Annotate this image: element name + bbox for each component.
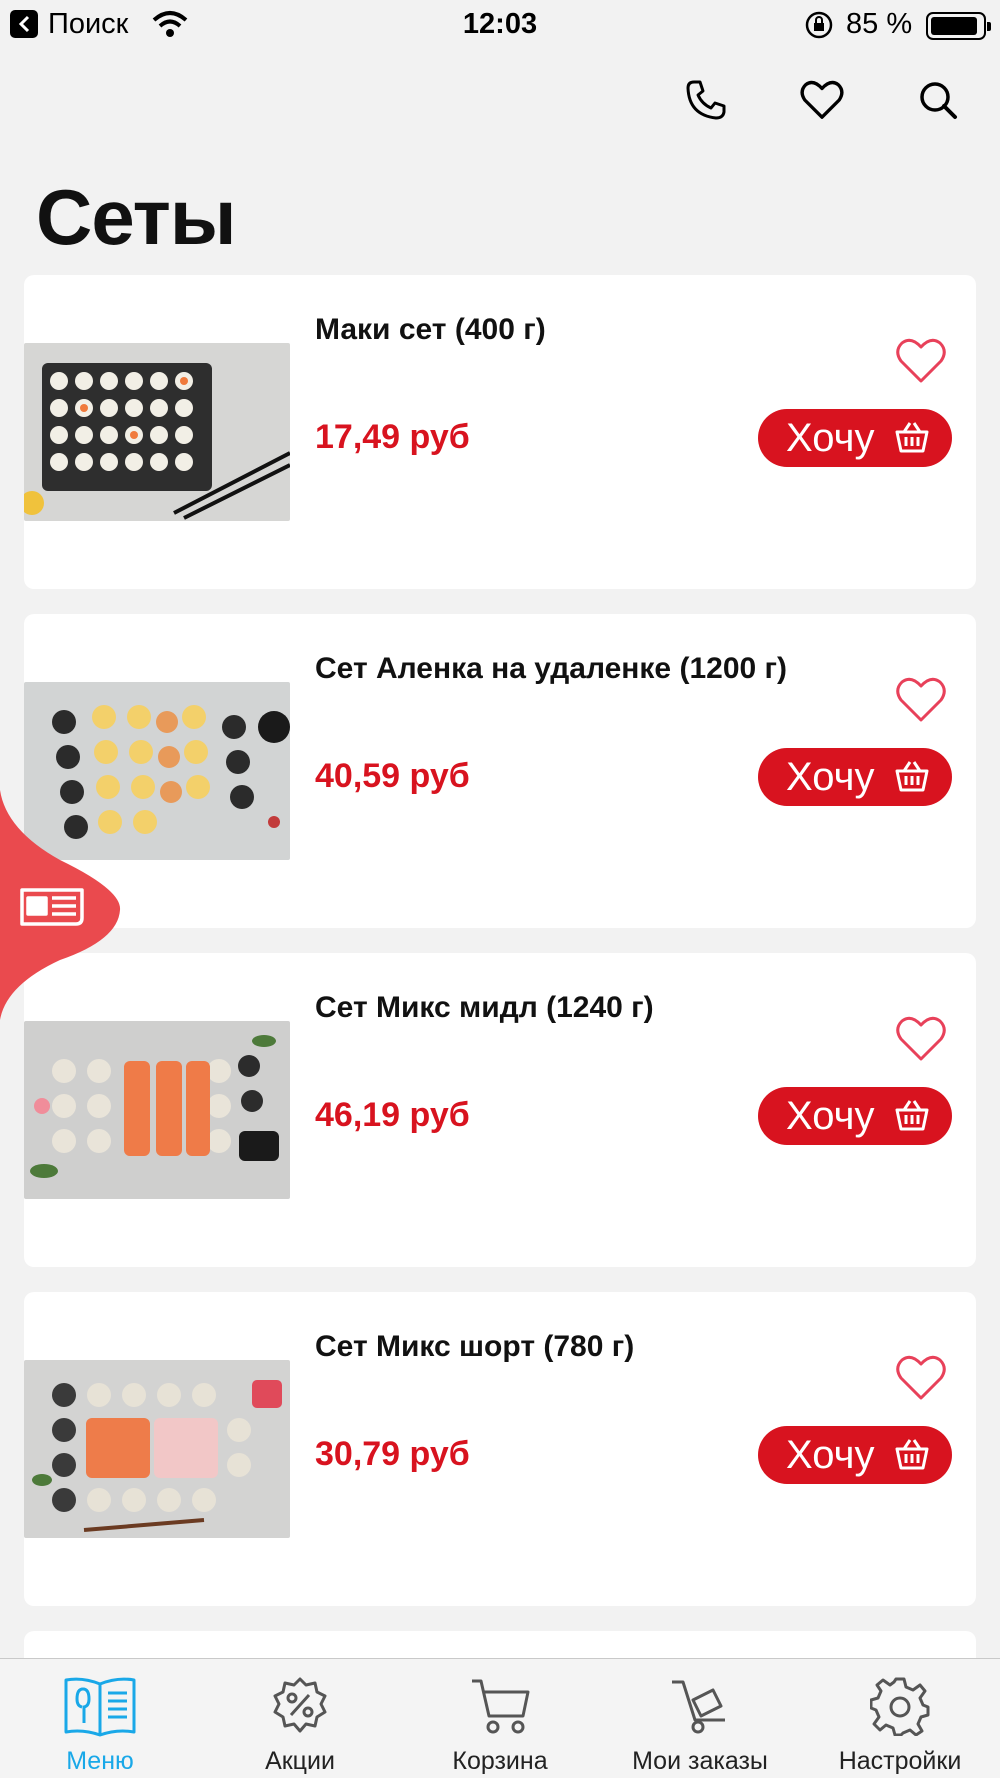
basket-icon <box>895 761 929 792</box>
cart-icon <box>469 1675 531 1737</box>
product-name: Сет Микс мидл (1240 г) <box>315 991 654 1024</box>
product-image <box>24 1360 290 1538</box>
tab-label: Меню <box>66 1747 134 1775</box>
phone-icon[interactable] <box>684 78 728 122</box>
add-to-cart-button[interactable]: Хочу <box>758 748 952 806</box>
product-price: 40,59 руб <box>315 757 470 795</box>
tab-label: Акции <box>265 1747 335 1775</box>
add-to-cart-label: Хочу <box>786 1432 875 1477</box>
tab-cart[interactable]: Корзина <box>400 1659 600 1778</box>
product-name: Сет Микс шорт (780 г) <box>315 1330 635 1363</box>
product-price: 17,49 руб <box>315 418 470 456</box>
add-to-cart-button[interactable]: Хочу <box>758 1087 952 1145</box>
battery-percentage: 85 % <box>846 8 913 40</box>
product-card[interactable]: Сет Аленка на удаленке (1200 г) 40,59 ру… <box>24 614 976 928</box>
menu-book-icon <box>63 1675 137 1737</box>
product-image <box>24 1021 290 1199</box>
rotation-lock-icon <box>805 11 833 39</box>
add-favorite-heart-icon[interactable] <box>895 676 947 724</box>
add-favorite-heart-icon[interactable] <box>895 1354 947 1402</box>
add-to-cart-button[interactable]: Хочу <box>758 409 952 467</box>
add-favorite-heart-icon[interactable] <box>895 337 947 385</box>
favorites-heart-icon[interactable] <box>800 78 844 122</box>
product-price: 30,79 руб <box>315 1435 470 1473</box>
bottom-tab-bar: Меню Акции Корзина Мои заказы Настройки <box>0 1658 1000 1778</box>
product-name: Сет Аленка на удаленке (1200 г) <box>315 652 788 685</box>
tab-settings[interactable]: Настройки <box>800 1659 1000 1778</box>
status-bar: Поиск 12:03 85 % <box>0 0 1000 52</box>
product-card[interactable]: Сет Микс мидл (1240 г) 46,19 руб Хочу <box>24 953 976 1267</box>
product-image <box>24 343 290 521</box>
tab-promotions[interactable]: Акции <box>200 1659 400 1778</box>
tab-label: Мои заказы <box>632 1747 768 1775</box>
gear-icon <box>870 1675 930 1737</box>
battery-icon <box>926 12 991 40</box>
basket-icon <box>895 1100 929 1131</box>
product-price: 46,19 руб <box>315 1096 470 1134</box>
tab-menu[interactable]: Меню <box>0 1659 200 1778</box>
add-to-cart-button[interactable]: Хочу <box>758 1426 952 1484</box>
add-to-cart-label: Хочу <box>786 415 875 460</box>
product-list: Маки сет (400 г) 17,49 руб Хочу Сет Ален… <box>24 275 976 1716</box>
product-name: Маки сет (400 г) <box>315 313 546 346</box>
add-to-cart-label: Хочу <box>786 1093 875 1138</box>
add-favorite-heart-icon[interactable] <box>895 1015 947 1063</box>
product-card[interactable]: Сет Микс шорт (780 г) 30,79 руб Хочу <box>24 1292 976 1606</box>
add-to-cart-label: Хочу <box>786 754 875 799</box>
news-side-tab[interactable] <box>0 790 122 1020</box>
tab-my-orders[interactable]: Мои заказы <box>600 1659 800 1778</box>
tab-label: Корзина <box>452 1747 548 1775</box>
percent-gear-icon <box>270 1675 330 1737</box>
page-title: Сеты <box>36 173 236 261</box>
tab-label: Настройки <box>838 1747 962 1775</box>
trolley-icon <box>669 1675 731 1737</box>
search-icon[interactable] <box>916 78 960 122</box>
top-actions <box>684 78 960 122</box>
basket-icon <box>895 422 929 453</box>
product-card[interactable]: Маки сет (400 г) 17,49 руб Хочу <box>24 275 976 589</box>
basket-icon <box>895 1439 929 1470</box>
